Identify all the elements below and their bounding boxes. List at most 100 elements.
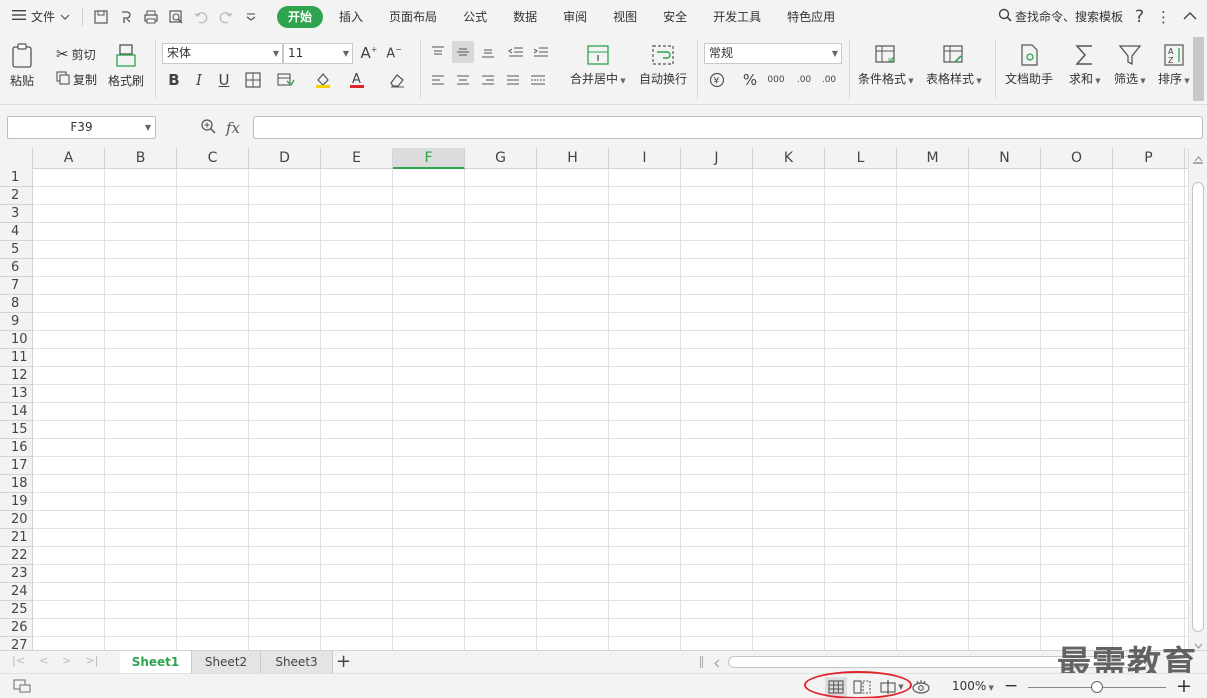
row-header[interactable]: 24 xyxy=(0,583,33,601)
next-sheet-icon[interactable]: > xyxy=(62,654,71,667)
row-header[interactable]: 6 xyxy=(0,259,33,277)
scroll-left-icon[interactable] xyxy=(714,657,720,671)
column-header[interactable]: C xyxy=(177,148,249,169)
sort-button[interactable]: AZ 排序 ▼ xyxy=(1158,43,1190,87)
export-pdf-icon[interactable] xyxy=(116,7,136,27)
tab-home[interactable]: 开始 xyxy=(277,5,324,28)
italic-button[interactable]: I xyxy=(188,69,210,91)
row-header[interactable]: 1 xyxy=(0,169,33,187)
table-style-button[interactable]: 表格样式 ▼ xyxy=(926,43,982,87)
column-header[interactable]: I xyxy=(609,148,681,169)
row-header[interactable]: 14 xyxy=(0,403,33,421)
tab-special-apps[interactable]: 特色应用 xyxy=(774,6,848,28)
formula-input[interactable] xyxy=(253,116,1203,139)
column-header[interactable]: K xyxy=(753,148,825,169)
zoom-in-button[interactable]: + xyxy=(1176,675,1192,697)
help-icon[interactable]: ? xyxy=(1135,7,1144,27)
name-box[interactable]: F39 ▼ xyxy=(7,116,156,139)
decrease-font-size-icon[interactable]: A− xyxy=(383,42,405,64)
doc-assistant-button[interactable]: 文档助手 xyxy=(1005,43,1053,87)
customize-toolbar-icon[interactable] xyxy=(241,7,261,27)
insert-function-button[interactable]: fx xyxy=(226,119,240,137)
column-header[interactable]: N xyxy=(969,148,1041,169)
number-format-select[interactable]: 常规 ▼ xyxy=(704,43,842,64)
column-header[interactable]: B xyxy=(105,148,177,169)
collapse-ribbon-icon[interactable] xyxy=(1183,10,1197,24)
redo-icon[interactable] xyxy=(216,7,236,27)
increase-indent-icon[interactable] xyxy=(530,41,552,63)
currency-icon[interactable]: ¥ xyxy=(706,69,728,91)
column-header[interactable]: J xyxy=(681,148,753,169)
column-header[interactable]: G xyxy=(465,148,537,169)
row-header[interactable]: 23 xyxy=(0,565,33,583)
cell-area[interactable] xyxy=(33,169,1188,650)
column-header[interactable]: D xyxy=(249,148,321,169)
row-header[interactable]: 26 xyxy=(0,619,33,637)
merge-center-button[interactable]: 合并居中 ▼ xyxy=(570,43,626,87)
conditional-format-button[interactable]: ≠ 条件格式 ▼ xyxy=(858,43,914,87)
row-header[interactable]: 7 xyxy=(0,277,33,295)
column-header[interactable]: E xyxy=(321,148,393,169)
paste-button[interactable]: 粘贴 xyxy=(10,43,34,89)
row-header[interactable]: 2 xyxy=(0,187,33,205)
row-header[interactable]: 21 xyxy=(0,529,33,547)
row-header[interactable]: 5 xyxy=(0,241,33,259)
copy-button[interactable]: 复制 xyxy=(56,71,97,88)
sheet-tab-sheet1[interactable]: Sheet1 xyxy=(120,651,192,673)
zoom-level-select[interactable]: 100% ▼ xyxy=(952,679,994,693)
tab-developer[interactable]: 开发工具 xyxy=(700,6,774,28)
justify-icon[interactable] xyxy=(502,69,524,91)
more-options-icon[interactable]: ⋮ xyxy=(1156,8,1171,26)
sum-button[interactable]: 求和 ▼ xyxy=(1069,43,1101,87)
row-header[interactable]: 27 xyxy=(0,637,33,650)
row-header[interactable]: 11 xyxy=(0,349,33,367)
decrease-indent-icon[interactable] xyxy=(505,41,527,63)
select-all-corner[interactable] xyxy=(0,148,33,169)
font-size-select[interactable]: 11 ▼ xyxy=(283,43,353,64)
prev-sheet-icon[interactable]: < xyxy=(39,654,48,667)
vertical-scrollbar[interactable] xyxy=(1188,148,1207,650)
row-header[interactable]: 18 xyxy=(0,475,33,493)
column-header[interactable]: H xyxy=(537,148,609,169)
row-header[interactable]: 4 xyxy=(0,223,33,241)
align-top-icon[interactable] xyxy=(427,41,449,63)
row-header[interactable]: 9 xyxy=(0,313,33,331)
percent-button[interactable]: % xyxy=(739,69,761,91)
zoom-slider-thumb[interactable] xyxy=(1091,681,1103,693)
zoom-formula-icon[interactable] xyxy=(200,118,216,137)
cut-button[interactable]: ✂ 剪切 xyxy=(56,45,96,63)
tab-review[interactable]: 审阅 xyxy=(550,6,600,28)
borders-icon[interactable] xyxy=(242,69,264,91)
clear-format-icon[interactable] xyxy=(386,69,408,91)
save-icon[interactable] xyxy=(91,7,111,27)
command-search-button[interactable]: 查找命令、搜索模板 xyxy=(998,8,1123,25)
decrease-decimal-button[interactable]: .00 xyxy=(818,69,840,91)
column-header-selected[interactable]: F xyxy=(393,148,465,169)
tab-page-layout[interactable]: 页面布局 xyxy=(376,6,450,28)
filter-button[interactable]: 筛选 ▼ xyxy=(1114,43,1146,87)
ribbon-scroll-handle[interactable] xyxy=(1193,37,1204,101)
column-header[interactable]: P xyxy=(1113,148,1185,169)
last-sheet-icon[interactable]: >| xyxy=(85,654,98,667)
bold-button[interactable]: B xyxy=(163,69,185,91)
align-left-icon[interactable] xyxy=(427,69,449,91)
row-header[interactable]: 8 xyxy=(0,295,33,313)
row-header[interactable]: 12 xyxy=(0,367,33,385)
row-header[interactable]: 3 xyxy=(0,205,33,223)
align-bottom-icon[interactable] xyxy=(477,41,499,63)
file-menu-button[interactable]: 文件 xyxy=(0,0,78,33)
distributed-align-icon[interactable] xyxy=(527,69,549,91)
row-header[interactable]: 25 xyxy=(0,601,33,619)
column-header[interactable]: A xyxy=(33,148,105,169)
row-header[interactable]: 17 xyxy=(0,457,33,475)
zoom-out-button[interactable]: − xyxy=(1004,676,1018,696)
align-center-icon[interactable] xyxy=(452,69,474,91)
tab-security[interactable]: 安全 xyxy=(650,6,700,28)
row-header[interactable]: 15 xyxy=(0,421,33,439)
undo-icon[interactable] xyxy=(191,7,211,27)
vertical-scroll-thumb[interactable] xyxy=(1192,182,1204,632)
print-icon[interactable] xyxy=(141,7,161,27)
font-color-icon[interactable]: A xyxy=(346,69,368,91)
font-name-select[interactable]: 宋体 ▼ xyxy=(162,43,283,64)
column-header[interactable]: O xyxy=(1041,148,1113,169)
